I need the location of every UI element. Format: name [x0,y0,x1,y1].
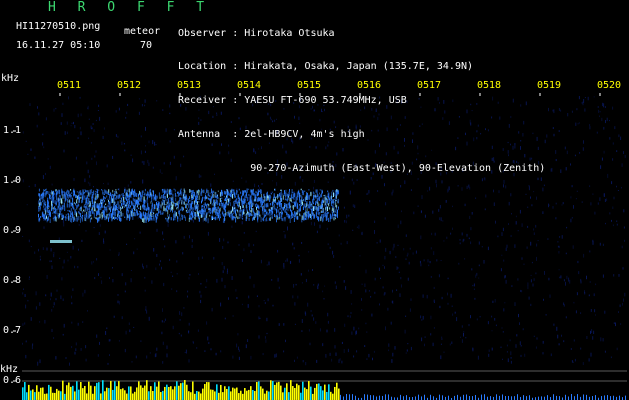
freq-tick-0.8: 0.8 [3,275,22,286]
freq-tick-0.9: 0.9 [3,225,22,236]
time-tick-0515: 0515 [297,80,322,91]
y-unit-label-bottom: kHz [0,364,19,375]
station-info: Observer : Hirotaka Otsuka Location : Hi… [178,5,545,197]
time-tick-0518: 0518 [477,80,502,91]
time-tick-0519: 0519 [537,80,562,91]
meteor-activity-bars [22,380,626,400]
time-tick-0513: 0513 [177,80,202,91]
file-name: HI11270510.png [16,21,101,32]
info-row-location: Location : Hirakata, Osaka, Japan (135.7… [178,61,474,73]
info-row-antenna-direction: 90-270-Azimuth (East-West), 90-Elevation… [250,163,546,175]
freq-tick-1.0: 1.0 [3,175,22,186]
time-tick-0511: 0511 [57,80,82,91]
y-unit-label-top: kHz [1,73,20,84]
meteor-echo-trace [50,240,72,243]
meteor-label: meteor [124,26,161,37]
freq-tick-0.6: 0.6 [3,375,22,386]
time-tick-0514: 0514 [237,80,262,91]
time-tick-0520: 0520 [597,80,622,91]
freq-tick-0.7: 0.7 [3,325,22,336]
time-tick-0517: 0517 [417,80,442,91]
freq-tick-1.1: 1.1 [3,125,22,136]
time-tick-0516: 0516 [357,80,382,91]
hrofft-spectrogram-window: H R O F F T HI11270510.png 16.11.27 05:1… [0,0,629,400]
info-row-observer: Observer : Hirotaka Otsuka [178,27,335,39]
info-row-receiver: Receiver : YAESU FT-690 53.749MHz, USB [178,95,407,107]
observation-datetime: 16.11.27 05:10 [16,40,101,51]
info-row-antenna: Antenna : 2el-HB9CV, 4m's high [178,129,365,141]
meteor-count: 70 [140,40,153,51]
time-tick-0512: 0512 [117,80,142,91]
